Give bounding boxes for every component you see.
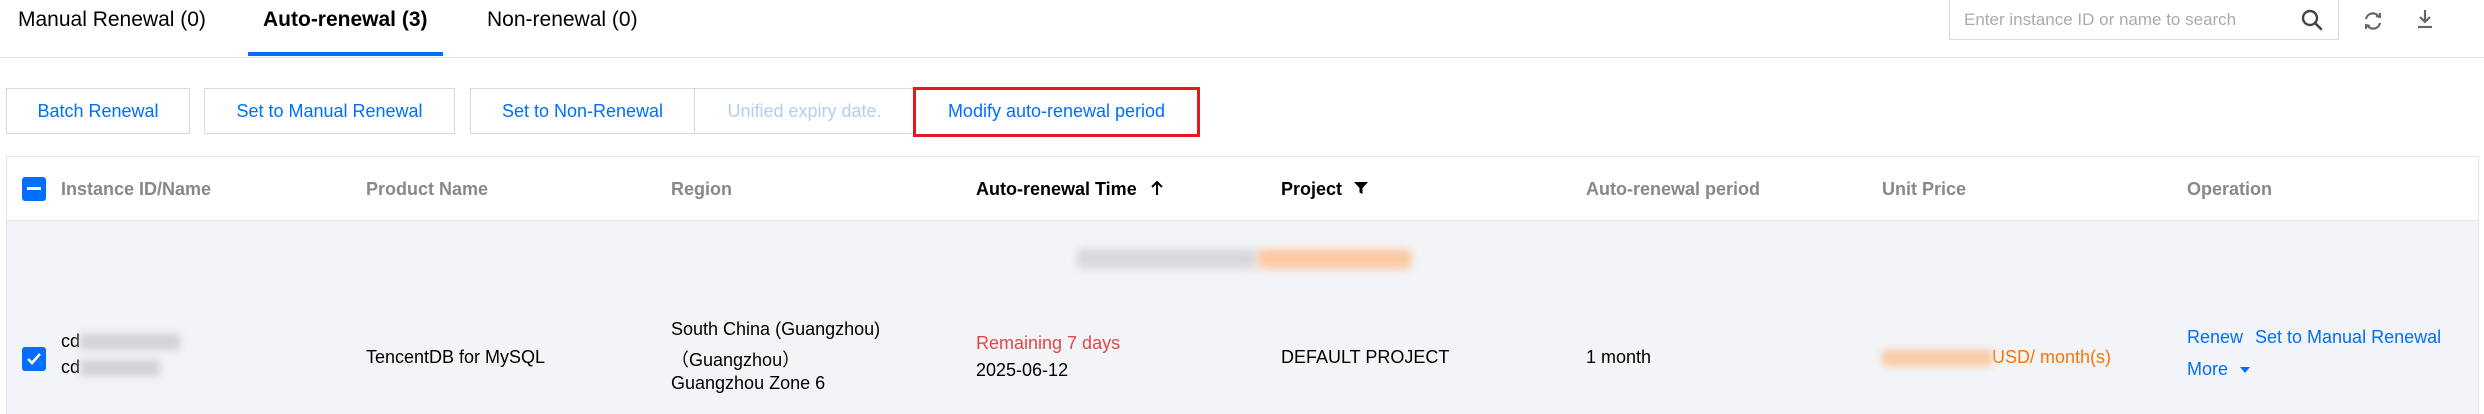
region-name: South China (Guangzhou) bbox=[671, 319, 881, 339]
price-unit: USD/ month(s) bbox=[1992, 347, 2112, 367]
column-header-region: Region bbox=[671, 179, 732, 199]
batch-renewal-button[interactable]: Batch Renewal bbox=[6, 88, 190, 134]
modify-auto-renewal-period-button[interactable]: Modify auto-renewal period bbox=[915, 88, 1198, 134]
caret-down-icon bbox=[2240, 367, 2251, 374]
row-checkbox[interactable] bbox=[22, 347, 46, 371]
unit-price: USD/ month(s) bbox=[1882, 347, 2111, 368]
blurred-price bbox=[1882, 350, 1992, 367]
sort-ascending-icon[interactable] bbox=[1150, 179, 1164, 197]
active-tab-indicator bbox=[248, 52, 443, 56]
region-zone: Guangzhou Zone 6 bbox=[671, 373, 826, 393]
indeterminate-icon bbox=[27, 187, 41, 190]
more-label: More bbox=[2187, 359, 2229, 379]
renewal-tabs: Manual Renewal (0) Auto-renewal (3) Non-… bbox=[0, 0, 2484, 58]
table-row: cd cd TencentDB for MySQL South China (G… bbox=[7, 297, 2478, 414]
blurred-notice-text bbox=[1077, 249, 1257, 269]
column-header-auto-renewal-period: Auto-renewal period bbox=[1586, 179, 1761, 199]
column-header-product: Product Name bbox=[366, 179, 489, 199]
remaining-days: Remaining 7 days bbox=[976, 333, 1121, 353]
refresh-icon[interactable] bbox=[2358, 6, 2388, 36]
column-header-auto-renewal-time[interactable]: Auto-renewal Time bbox=[976, 157, 1164, 221]
download-icon[interactable] bbox=[2410, 4, 2440, 34]
checkmark-icon bbox=[27, 353, 41, 365]
column-header-operation: Operation bbox=[2187, 179, 2273, 199]
set-manual-renewal-link[interactable]: Set to Manual Renewal bbox=[2255, 327, 2441, 348]
search-icon[interactable] bbox=[2298, 6, 2326, 34]
instance-name-text: cd bbox=[61, 357, 81, 377]
set-manual-renewal-button[interactable]: Set to Manual Renewal bbox=[204, 88, 455, 134]
column-header-project[interactable]: Project bbox=[1281, 157, 1369, 221]
blurred-notice-amount bbox=[1257, 249, 1412, 269]
project-name: DEFAULT PROJECT bbox=[1281, 347, 1450, 367]
tab-auto-renewal[interactable]: Auto-renewal (3) bbox=[263, 0, 428, 58]
table-notice-row bbox=[7, 221, 2478, 297]
column-header-instance: Instance ID/Name bbox=[61, 179, 212, 199]
search-box bbox=[1949, 0, 2339, 40]
instance-id: cd bbox=[61, 331, 181, 352]
column-header-auto-renewal-time-label: Auto-renewal Time bbox=[976, 179, 1137, 199]
more-dropdown[interactable]: More bbox=[2187, 359, 2251, 380]
renewal-period: 1 month bbox=[1586, 347, 1652, 367]
set-non-renewal-button[interactable]: Set to Non-Renewal bbox=[470, 88, 695, 134]
tab-non-renewal[interactable]: Non-renewal (0) bbox=[487, 0, 638, 58]
filter-icon[interactable] bbox=[1353, 180, 1369, 196]
column-header-unit-price: Unit Price bbox=[1882, 179, 1967, 199]
product-name: TencentDB for MySQL bbox=[366, 347, 546, 367]
table-header: Instance ID/Name Product Name Region Aut… bbox=[7, 157, 2478, 221]
instance-id-text: cd bbox=[61, 331, 81, 351]
renewal-table: Instance ID/Name Product Name Region Aut… bbox=[6, 156, 2479, 414]
unified-expiry-date-button[interactable]: Unified expiry date. bbox=[695, 88, 915, 134]
renew-link[interactable]: Renew bbox=[2187, 327, 2243, 348]
expiry-date: 2025-06-12 bbox=[976, 360, 1069, 380]
column-header-project-label: Project bbox=[1281, 179, 1343, 199]
select-all-checkbox[interactable] bbox=[22, 177, 46, 201]
blurred-instance-id bbox=[80, 334, 181, 351]
search-input[interactable] bbox=[1950, 1, 2290, 38]
blurred-instance-name bbox=[80, 360, 161, 377]
tab-manual-renewal[interactable]: Manual Renewal (0) bbox=[18, 0, 206, 58]
instance-name: cd bbox=[61, 357, 161, 378]
region-city: （Guangzhou） bbox=[671, 350, 801, 370]
